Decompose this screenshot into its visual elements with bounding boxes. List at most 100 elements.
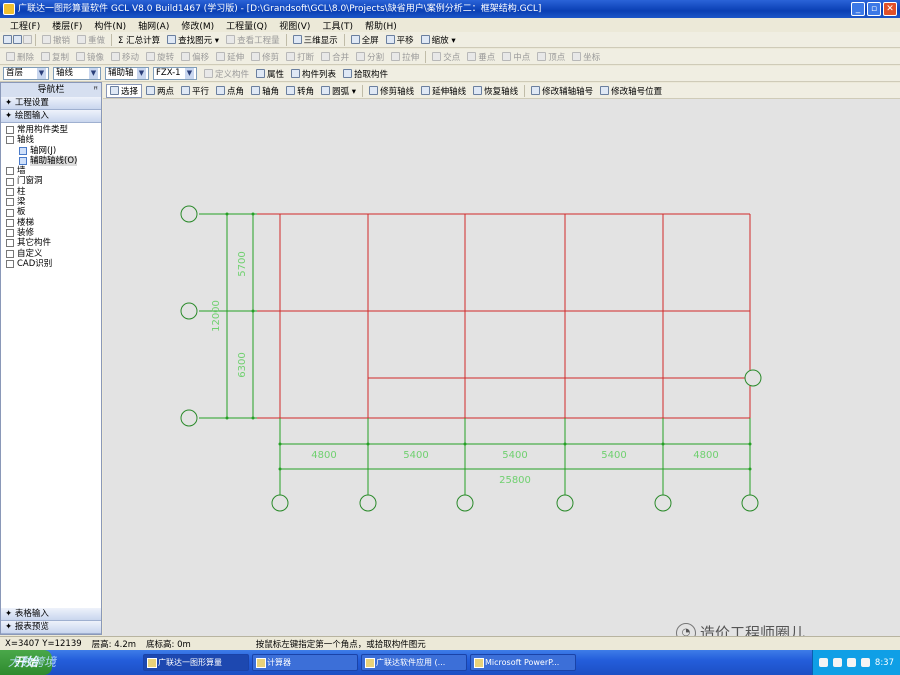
vertex-snap-button[interactable]: 顶点: [534, 50, 568, 64]
folder-icon: [6, 249, 14, 258]
pin-icon[interactable]: ꟸ: [93, 83, 98, 97]
merge-button[interactable]: 合并: [318, 50, 352, 64]
taskbar-item-calculator[interactable]: 计算器: [252, 654, 358, 671]
tree-item-stairs[interactable]: 楼梯: [1, 218, 101, 228]
undo-button[interactable]: 撤销: [39, 33, 73, 47]
new-file-icon[interactable]: [3, 35, 12, 44]
tray-icon[interactable]: [846, 658, 856, 667]
coordinate-snap-button[interactable]: 坐标: [569, 50, 603, 64]
element-select[interactable]: FZX-1 ▼: [153, 67, 197, 80]
tray-icon[interactable]: [832, 658, 842, 667]
menu-help[interactable]: 帮助(H): [359, 19, 403, 32]
menu-axis-grid[interactable]: 轴网(A): [132, 19, 175, 32]
copy-button[interactable]: 复制: [38, 50, 72, 64]
taskbar-item-glodon-app[interactable]: 广联达软件应用 (...: [361, 654, 467, 671]
type-select[interactable]: 辅助轴 ▼: [105, 67, 149, 80]
tree-item-door-window[interactable]: 门窗洞: [1, 176, 101, 186]
close-button[interactable]: ✕: [883, 2, 897, 16]
perpendicular-snap-button[interactable]: 垂点: [464, 50, 498, 64]
taskbar-item-gcl[interactable]: 广联达一图形算量: [143, 654, 249, 671]
clock: 8:37: [874, 657, 894, 668]
maximize-button[interactable]: ▫: [867, 2, 881, 16]
category-select[interactable]: 轴线 ▼: [53, 67, 101, 80]
dim-label: 4800: [693, 450, 718, 461]
dim-total-label: 25800: [499, 475, 531, 486]
move-button[interactable]: 移动: [108, 50, 142, 64]
redo-button[interactable]: 重做: [74, 33, 108, 47]
tree-item-decoration[interactable]: 装修: [1, 228, 101, 238]
point-angle-button[interactable]: 点角: [213, 84, 247, 98]
zoom-button[interactable]: 缩放 ▾: [418, 33, 459, 47]
delete-button[interactable]: 删除: [3, 50, 37, 64]
break-button[interactable]: 打断: [283, 50, 317, 64]
nav-section-table-input[interactable]: ✦ 表格输入: [1, 608, 101, 621]
minimize-button[interactable]: _: [851, 2, 865, 16]
nav-section-project-settings[interactable]: ✦ 工程设置: [1, 97, 101, 110]
fullscreen-button[interactable]: 全屏: [348, 33, 382, 47]
tree-item-column[interactable]: 柱: [1, 187, 101, 197]
tree-item-axis-grid[interactable]: 轴网(J): [1, 146, 101, 156]
menu-floor[interactable]: 楼层(F): [46, 19, 88, 32]
open-file-icon[interactable]: [13, 35, 22, 44]
tree-item-auxiliary-axis[interactable]: 辅助轴线(O): [1, 155, 101, 167]
save-icon[interactable]: [23, 35, 32, 44]
pan-button[interactable]: 平移: [383, 33, 417, 47]
tray-icon[interactable]: [860, 658, 870, 667]
stretch-button[interactable]: 拉伸: [388, 50, 422, 64]
define-component-button[interactable]: 定义构件: [201, 67, 252, 81]
nav-section-report-preview[interactable]: ✦ 报表预览: [1, 621, 101, 634]
modify-axis-number-position-button[interactable]: 修改轴号位置: [597, 84, 665, 98]
intersection-snap-button[interactable]: 交点: [429, 50, 463, 64]
rotate-button[interactable]: 旋转: [143, 50, 177, 64]
3d-view-button[interactable]: 三维显示: [290, 33, 341, 47]
folder-icon: [6, 198, 14, 207]
tree-item-beam[interactable]: 梁: [1, 197, 101, 207]
offset-button[interactable]: 偏移: [178, 50, 212, 64]
modify-aux-axis-number-button[interactable]: 修改辅轴轴号: [528, 84, 596, 98]
trim-axis-button[interactable]: 修剪轴线: [366, 84, 417, 98]
menu-tools[interactable]: 工具(T): [316, 19, 359, 32]
parallel-button[interactable]: 平行: [178, 84, 212, 98]
folder-icon: [6, 167, 14, 176]
two-point-button[interactable]: 两点: [143, 84, 177, 98]
summary-calc-button[interactable]: Σ 汇总计算: [115, 33, 163, 47]
axis-angle-button[interactable]: 轴角: [248, 84, 282, 98]
pick-component-button[interactable]: 拾取构件: [340, 67, 391, 81]
edit-toolbar: 删除 复制 镜像 移动 旋转 偏移 延伸 修剪 打断 合并 分割 拉伸 交点 垂…: [0, 49, 900, 65]
drawing-canvas[interactable]: 4800 5400 5400 5400 4800 25800 5700 6300…: [103, 99, 900, 636]
extend-axis-button[interactable]: 延伸轴线: [418, 84, 469, 98]
menu-project[interactable]: 工程(F): [4, 19, 46, 32]
tray-icon[interactable]: [818, 658, 828, 667]
menu-component[interactable]: 构件(N): [88, 19, 132, 32]
view-quantity-button[interactable]: 查看工程量: [223, 33, 283, 47]
component-list-button[interactable]: 构件列表: [288, 67, 339, 81]
menu-quantity[interactable]: 工程量(Q): [220, 19, 273, 32]
select-button[interactable]: 选择: [106, 83, 143, 98]
taskbar-item-powerpoint[interactable]: Microsoft PowerP...: [470, 654, 576, 671]
restore-axis-button[interactable]: 恢复轴线: [470, 84, 521, 98]
tree-item-common[interactable]: 常用构件类型: [1, 125, 101, 135]
mirror-button[interactable]: 镜像: [73, 50, 107, 64]
axis-drawing[interactable]: 4800 5400 5400 5400 4800 25800 5700 6300…: [103, 99, 900, 636]
tree-item-wall[interactable]: 墙: [1, 166, 101, 176]
tree-item-cad[interactable]: CAD识别: [1, 259, 101, 269]
menu-modify[interactable]: 修改(M): [175, 19, 220, 32]
arc-button[interactable]: 圆弧 ▾: [318, 84, 359, 98]
midpoint-snap-button[interactable]: 中点: [499, 50, 533, 64]
floor-select[interactable]: 首层 ▼: [3, 67, 49, 80]
turn-angle-button[interactable]: 转角: [283, 84, 317, 98]
tree-item-axis[interactable]: 轴线: [1, 135, 101, 145]
tree-item-slab[interactable]: 板: [1, 207, 101, 217]
redo-icon: [77, 35, 87, 44]
menu-view[interactable]: 视图(V): [273, 19, 316, 32]
properties-button[interactable]: 属性: [253, 67, 287, 81]
nav-section-drawing-input[interactable]: ✦ 绘图输入: [1, 110, 101, 123]
folder-icon: [6, 239, 14, 248]
find-element-button[interactable]: 查找图元 ▾: [164, 33, 222, 47]
tree-item-other[interactable]: 其它构件: [1, 238, 101, 248]
trim-button[interactable]: 修剪: [248, 50, 282, 64]
split-button[interactable]: 分割: [353, 50, 387, 64]
tree-item-custom[interactable]: 自定义: [1, 249, 101, 259]
mirror-icon: [76, 52, 86, 61]
extend-button[interactable]: 延伸: [213, 50, 247, 64]
